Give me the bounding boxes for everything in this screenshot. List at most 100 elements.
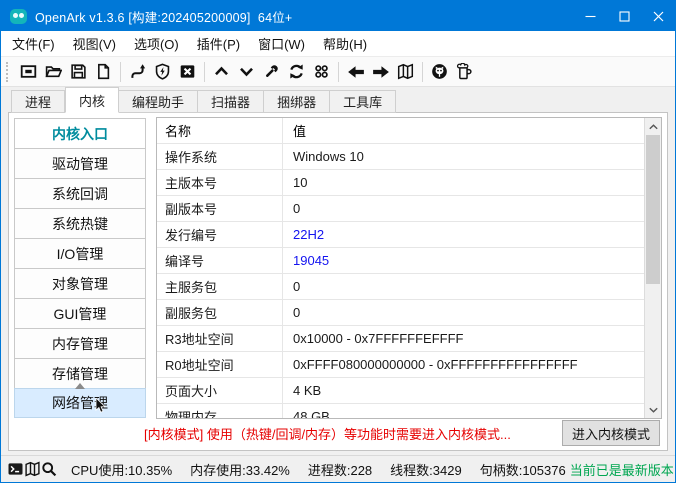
kernel-entry-table: 名称 值 操作系统 Windows 10 主版本号 10 副版本号 0 (156, 117, 662, 419)
tab-kernel[interactable]: 内核 (65, 87, 119, 113)
row-value-cell: 10 (283, 170, 644, 196)
row-value-cell: 0 (283, 300, 644, 326)
table-header-row[interactable]: 名称 值 (157, 118, 644, 144)
tab-utilities[interactable]: 工具库 (330, 90, 396, 113)
toolbar-gripper[interactable] (6, 62, 12, 82)
search-icon[interactable] (41, 457, 57, 481)
menu-options[interactable]: 选项(O) (125, 31, 188, 56)
tab-scanner[interactable]: 扫描器 (198, 90, 264, 113)
scrollbar-up-icon[interactable] (645, 118, 661, 135)
menu-view[interactable]: 视图(V) (64, 31, 125, 56)
row-value-cell: 4 KB (283, 378, 644, 404)
row-name-cell: 操作系统 (157, 144, 283, 170)
arrow-right-icon[interactable] (368, 59, 393, 85)
map-icon[interactable] (24, 457, 41, 481)
scroll-up-indicator-icon (75, 383, 85, 389)
kernel-sidebar: 内核入口 驱动管理 系统回调 系统热键 I/O管理 对象管理 GUI管理 内存管… (14, 118, 146, 419)
close-button[interactable] (641, 1, 675, 31)
sidebar-item-system-hotkey[interactable]: 系统热键 (14, 208, 146, 238)
scrollbar-thumb[interactable] (646, 135, 660, 284)
header-value: 值 (283, 118, 644, 144)
chevron-up-icon[interactable] (209, 59, 234, 85)
thread-count-stat: 线程数:3429 (386, 460, 466, 479)
table-row[interactable]: 操作系统 Windows 10 (157, 144, 644, 170)
status-bar: CPU使用:10.35% 内存使用:33.42% 进程数:228 线程数:342… (1, 455, 675, 482)
terminal-icon[interactable] (7, 457, 24, 481)
open-folder-icon[interactable] (41, 59, 66, 85)
handle-count-stat: 句柄数:105376 (476, 460, 570, 479)
table-row[interactable]: 主版本号 10 (157, 170, 644, 196)
sidebar-item-network-manage[interactable]: 网络管理 (14, 388, 146, 418)
sidebar-item-memory-manage[interactable]: 内存管理 (14, 328, 146, 358)
save-icon[interactable] (66, 59, 91, 85)
maximize-button[interactable] (607, 1, 641, 31)
kernel-mode-notice-row: [内核模式] 使用（热键/回调/内存）等功能时需要进入内核模式... 进入内核模… (14, 419, 662, 447)
window-title: OpenArk v1.3.6 [构建:202405200009] 64位+ (35, 7, 292, 26)
route-icon[interactable] (125, 59, 150, 85)
table-row[interactable]: 副版本号 0 (157, 196, 644, 222)
table-row[interactable]: 发行编号 22H2 (157, 222, 644, 248)
sidebar-item-gui-manage[interactable]: GUI管理 (14, 298, 146, 328)
row-name-cell: 主版本号 (157, 170, 283, 196)
table-row[interactable]: 物理内存 48 GB (157, 404, 644, 418)
console-icon[interactable] (16, 59, 41, 85)
row-name-cell: 副服务包 (157, 300, 283, 326)
tab-coderhelper[interactable]: 编程助手 (119, 90, 198, 113)
tab-processes[interactable]: 进程 (11, 90, 65, 113)
row-value-cell: Windows 10 (283, 144, 644, 170)
update-status-label: 当前已是最新版本 (570, 460, 674, 479)
header-name: 名称 (157, 118, 283, 144)
row-name-cell: 发行编号 (157, 222, 283, 248)
menu-plugins[interactable]: 插件(P) (188, 31, 249, 56)
row-value-cell: 0xFFFF080000000000 - 0xFFFFFFFFFFFFFFFF (283, 352, 644, 378)
menu-help[interactable]: 帮助(H) (314, 31, 376, 56)
export-file-icon[interactable] (91, 59, 116, 85)
openark-window: OpenArk v1.3.6 [构建:202405200009] 64位+ 文件… (0, 0, 676, 483)
chevron-down-icon[interactable] (234, 59, 259, 85)
menu-bar: 文件(F) 视图(V) 选项(O) 插件(P) 窗口(W) 帮助(H) (1, 31, 675, 57)
sidebar-item-driver-manage[interactable]: 驱动管理 (14, 148, 146, 178)
table-row[interactable]: R3地址空间 0x10000 - 0x7FFFFFFEFFFF (157, 326, 644, 352)
enter-kernel-mode-button[interactable]: 进入内核模式 (562, 420, 660, 446)
title-bar: OpenArk v1.3.6 [构建:202405200009] 64位+ (1, 1, 675, 31)
kernel-tab-content: 内核入口 驱动管理 系统回调 系统热键 I/O管理 对象管理 GUI管理 内存管… (8, 113, 668, 451)
sidebar-item-io-manage[interactable]: I/O管理 (14, 238, 146, 268)
sidebar-item-system-callback[interactable]: 系统回调 (14, 178, 146, 208)
row-value-cell: 48 GB (283, 404, 644, 418)
scrollbar-down-icon[interactable] (645, 401, 661, 418)
row-value-cell: 0 (283, 196, 644, 222)
arrow-left-icon[interactable] (343, 59, 368, 85)
table-row[interactable]: 副服务包 0 (157, 300, 644, 326)
menu-file[interactable]: 文件(F) (3, 31, 64, 56)
shield-bolt-icon[interactable] (150, 59, 175, 85)
menu-window[interactable]: 窗口(W) (249, 31, 314, 56)
mouse-cursor-icon (95, 398, 107, 414)
grid-dots-icon[interactable] (309, 59, 334, 85)
scrollbar-track[interactable] (645, 135, 661, 401)
memory-usage-stat: 内存使用:33.42% (186, 460, 294, 479)
row-name-cell: R3地址空间 (157, 326, 283, 352)
vertical-scrollbar[interactable] (644, 118, 661, 418)
row-value-cell: 0 (283, 274, 644, 300)
process-count-stat: 进程数:228 (304, 460, 376, 479)
github-icon[interactable] (427, 59, 452, 85)
row-value-cell: 0x10000 - 0x7FFFFFFEFFFF (283, 326, 644, 352)
tab-bar: 进程 内核 编程助手 扫描器 捆绑器 工具库 (1, 87, 675, 113)
map-icon[interactable] (393, 59, 418, 85)
row-value-cell: 19045 (283, 248, 644, 274)
tab-bundler[interactable]: 捆绑器 (264, 90, 330, 113)
toolbar (1, 57, 675, 87)
table-row[interactable]: 主服务包 0 (157, 274, 644, 300)
exit-icon[interactable] (175, 59, 200, 85)
beer-icon[interactable] (452, 59, 477, 85)
minimize-button[interactable] (573, 1, 607, 31)
cpu-usage-stat: CPU使用:10.35% (67, 460, 176, 479)
table-row[interactable]: R0地址空间 0xFFFF080000000000 - 0xFFFFFFFFFF… (157, 352, 644, 378)
wrench-icon[interactable] (259, 59, 284, 85)
table-row[interactable]: 编译号 19045 (157, 248, 644, 274)
sidebar-item-object-manage[interactable]: 对象管理 (14, 268, 146, 298)
openark-logo-icon (10, 9, 27, 24)
refresh-icon[interactable] (284, 59, 309, 85)
sidebar-item-kernel-entry[interactable]: 内核入口 (14, 118, 146, 148)
table-row[interactable]: 页面大小 4 KB (157, 378, 644, 404)
